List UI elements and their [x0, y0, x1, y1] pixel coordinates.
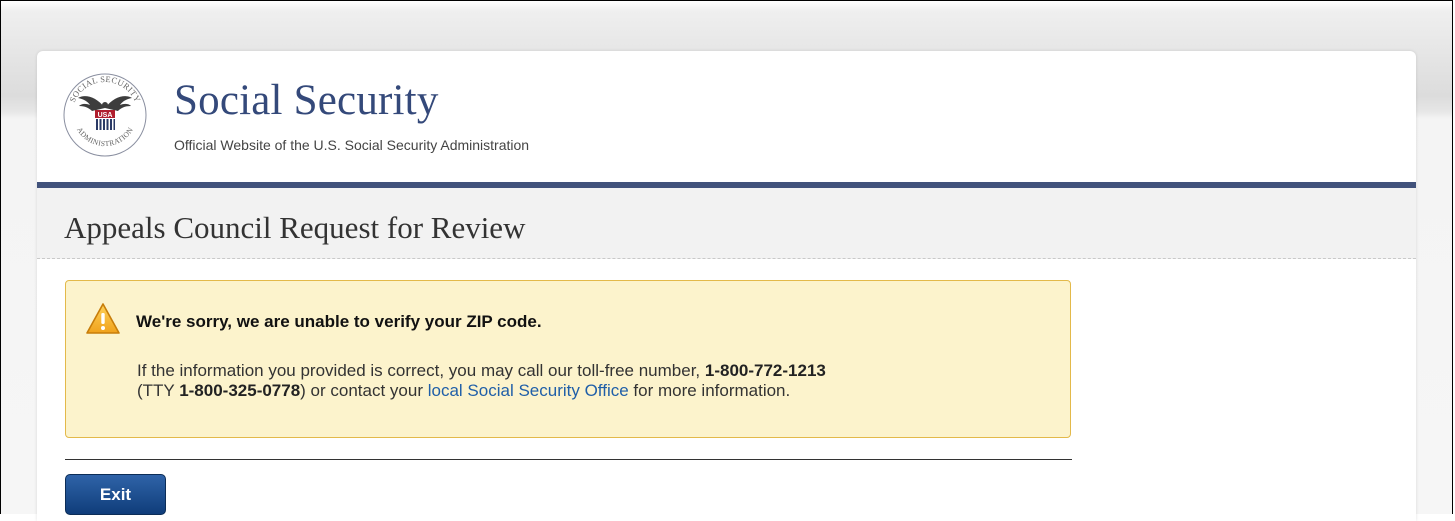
exit-button[interactable]: Exit: [65, 474, 166, 515]
alert-line2-middle: ) or contact your: [300, 381, 428, 400]
site-header: SOCIAL SECURITY ADMINISTRATION USA Socia…: [37, 51, 1416, 182]
warning-icon: [86, 303, 120, 334]
alert-heading: We're sorry, we are unable to verify you…: [136, 312, 542, 331]
browser-viewport: SOCIAL SECURITY ADMINISTRATION USA Socia…: [0, 0, 1453, 521]
alert-tty-prefix: (TTY: [137, 381, 180, 400]
page-title-bar: Appeals Council Request for Review: [37, 188, 1416, 259]
svg-text:USA: USA: [98, 112, 113, 119]
site-subtitle: Official Website of the U.S. Social Secu…: [174, 137, 530, 153]
site-title[interactable]: Social Security: [174, 76, 439, 125]
tty-phone: 1-800-325-0778: [179, 381, 301, 400]
ssa-seal-icon[interactable]: SOCIAL SECURITY ADMINISTRATION USA: [62, 72, 148, 158]
page-title: Appeals Council Request for Review: [64, 210, 526, 245]
alert-line2-suffix: for more information.: [628, 381, 791, 400]
error-alert: We're sorry, we are unable to verify you…: [65, 280, 1071, 438]
page-card: SOCIAL SECURITY ADMINISTRATION USA Socia…: [37, 51, 1416, 521]
local-office-link[interactable]: local Social Security Office: [428, 381, 629, 400]
alert-message: If the information you provided is corre…: [137, 361, 1047, 401]
alert-line1-text: If the information you provided is corre…: [137, 361, 705, 380]
toll-free-phone: 1-800-772-1213: [704, 361, 826, 380]
form-divider: [65, 459, 1072, 460]
